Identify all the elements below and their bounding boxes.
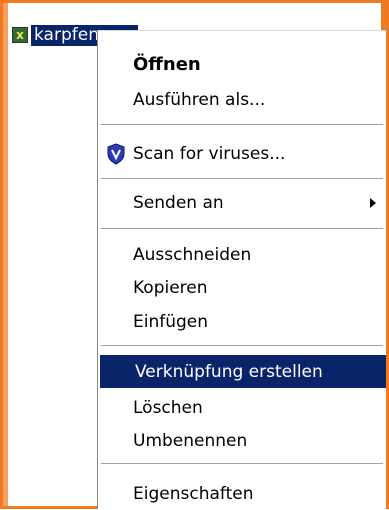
menu-item-copy[interactable]: Kopieren [98, 271, 386, 304]
chevron-right-icon [370, 197, 376, 208]
menu-item-scan-label: Scan for viruses... [133, 143, 286, 164]
menu-item-paste[interactable]: Einfügen [98, 305, 386, 338]
menu-item-rename[interactable]: Umbenennen [98, 424, 386, 457]
context-menu: Öffnen Ausführen als... Scan for viruses… [97, 30, 386, 509]
menu-item-run-as[interactable]: Ausführen als... [98, 83, 386, 116]
shield-icon [107, 142, 125, 165]
menu-separator [101, 178, 383, 182]
menu-item-scan[interactable]: Scan for viruses... [98, 137, 386, 170]
left-border-strip [3, 3, 8, 506]
menu-separator [101, 228, 383, 232]
menu-separator [101, 345, 383, 349]
exe-file-icon: x [12, 27, 28, 43]
menu-item-open[interactable]: Öffnen [98, 48, 386, 81]
menu-separator [101, 463, 383, 467]
menu-item-send-to[interactable]: Senden an [98, 186, 386, 219]
menu-separator [101, 124, 383, 128]
menu-item-properties[interactable]: Eigenschaften [98, 477, 386, 510]
menu-item-create-shortcut[interactable]: Verknüpfung erstellen [100, 355, 386, 388]
menu-item-send-to-label: Senden an [133, 192, 224, 213]
menu-item-delete[interactable]: Löschen [98, 391, 386, 424]
menu-item-cut[interactable]: Ausschneiden [98, 238, 386, 271]
